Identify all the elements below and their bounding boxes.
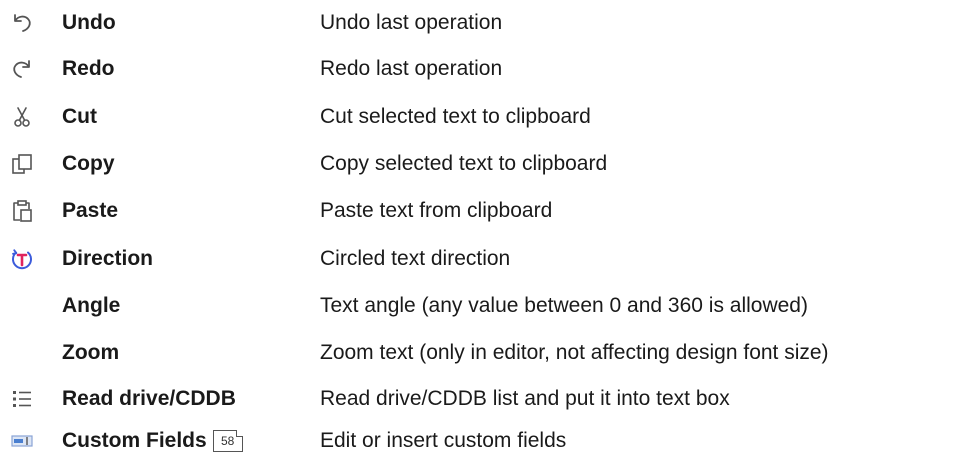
toolbar-command-table: Undo Undo last operation Redo Redo last …	[0, 0, 967, 464]
command-description: Text angle (any value between 0 and 360 …	[320, 294, 808, 317]
command-description: Copy selected text to clipboard	[320, 152, 608, 175]
table-row-direction: Direction Circled text direction	[0, 236, 967, 282]
cut-icon	[10, 105, 34, 129]
command-name: Read drive/CDDB	[62, 387, 236, 410]
table-row-redo: Redo Redo last operation	[0, 46, 967, 92]
command-name: Copy	[62, 152, 115, 175]
command-name-text: Custom Fields	[62, 429, 207, 452]
table-row-undo: Undo Undo last operation	[0, 0, 967, 46]
command-name: Paste	[62, 199, 119, 222]
command-description: Undo last operation	[320, 11, 503, 34]
command-description: Read drive/CDDB list and put it into tex…	[320, 387, 730, 410]
command-description: Zoom text (only in editor, not affecting…	[320, 341, 829, 364]
table-row-paste: Paste Paste text from clipboard	[0, 188, 967, 234]
command-name: Custom Fields 58	[62, 429, 243, 453]
table-row-cut: Cut Cut selected text to clipboard	[0, 94, 967, 140]
undo-icon	[10, 11, 34, 35]
table-row-custom-fields: Custom Fields 58 Edit or insert custom f…	[0, 418, 967, 464]
list-icon	[10, 387, 34, 411]
table-row-read-drive: Read drive/CDDB Read drive/CDDB list and…	[0, 376, 967, 422]
command-name: Angle	[62, 294, 121, 317]
redo-icon	[10, 57, 34, 81]
command-name: Undo	[62, 11, 116, 34]
command-name: Zoom	[62, 341, 120, 364]
command-description: Redo last operation	[320, 57, 503, 80]
direction-icon	[10, 247, 34, 271]
command-description: Cut selected text to clipboard	[320, 105, 591, 128]
command-name: Cut	[62, 105, 97, 128]
custom-fields-icon	[10, 429, 34, 453]
command-name: Direction	[62, 247, 154, 270]
command-name: Redo	[62, 57, 115, 80]
page-reference-link[interactable]: 58	[212, 430, 243, 452]
page-reference-number: 58	[221, 434, 235, 448]
command-description: Circled text direction	[320, 247, 511, 270]
page-fold-icon	[235, 430, 243, 437]
command-description: Edit or insert custom fields	[320, 429, 567, 452]
paste-icon	[10, 199, 34, 223]
copy-icon	[10, 152, 34, 176]
command-description: Paste text from clipboard	[320, 199, 553, 222]
table-row-zoom: Zoom Zoom text (only in editor, not affe…	[0, 330, 967, 376]
table-row-angle: Angle Text angle (any value between 0 an…	[0, 283, 967, 329]
table-row-copy: Copy Copy selected text to clipboard	[0, 141, 967, 187]
